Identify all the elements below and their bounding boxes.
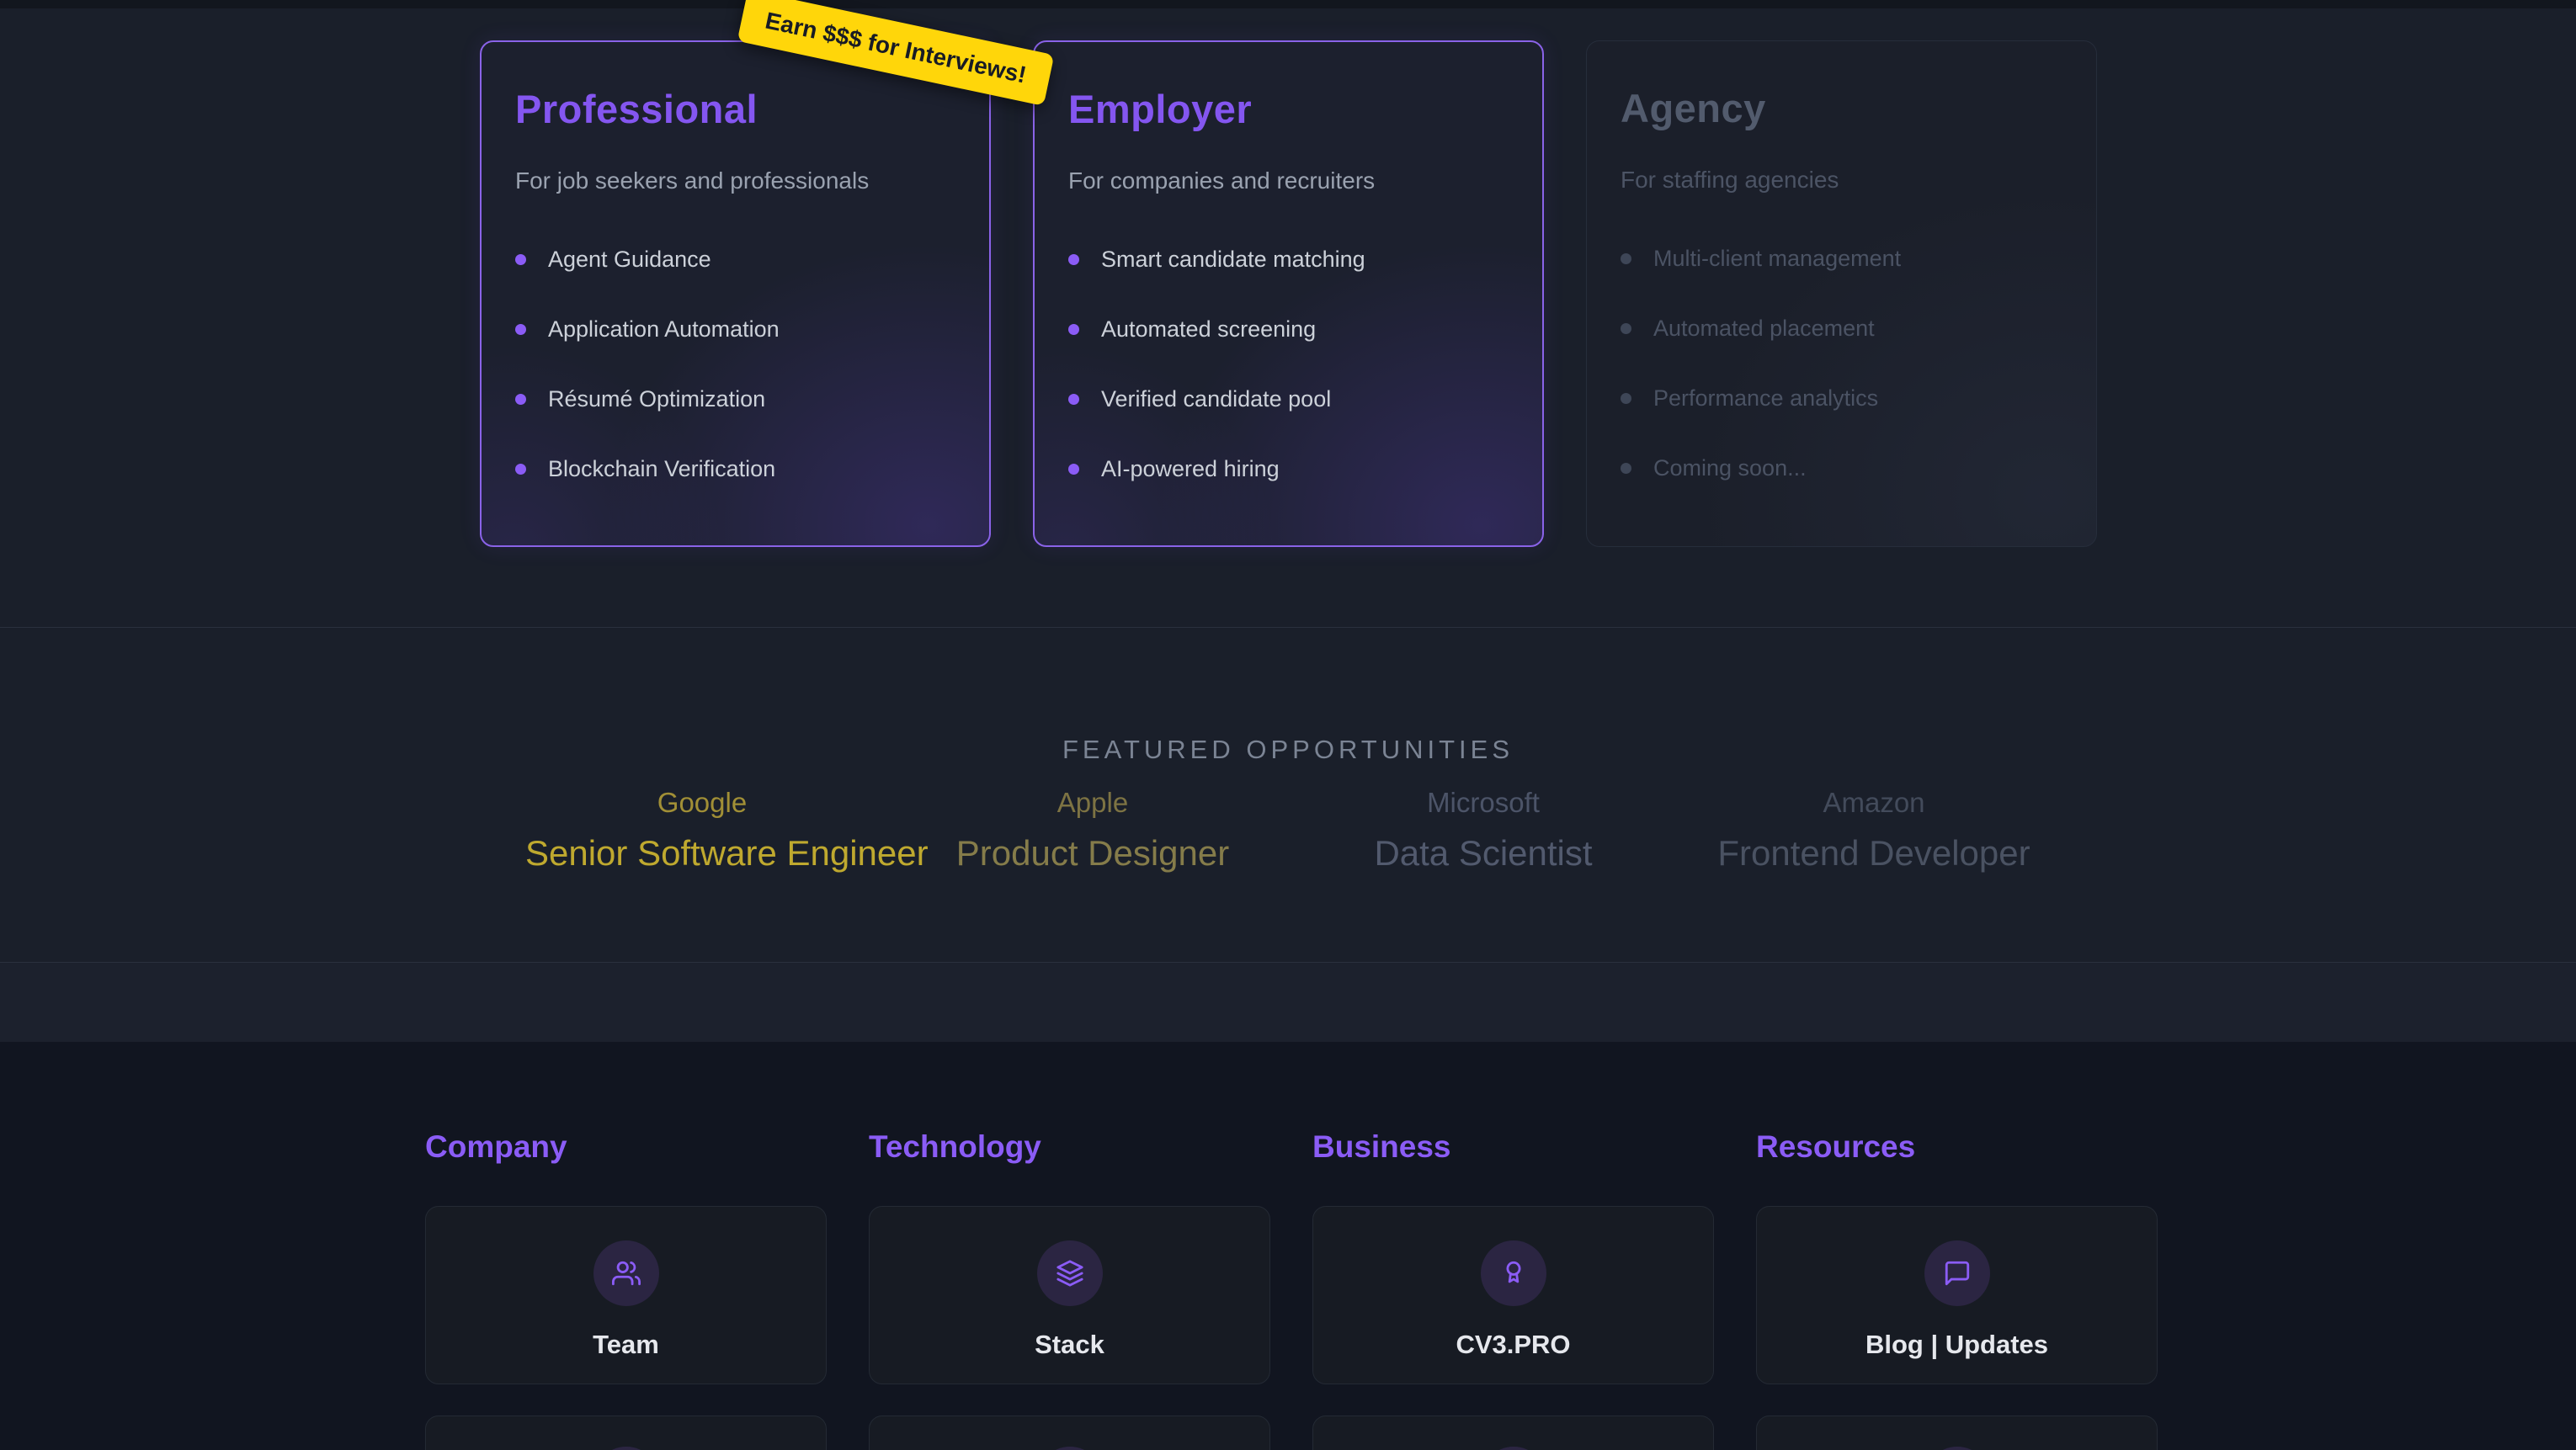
users-icon [593,1240,659,1306]
feature-label: Automated placement [1653,316,1875,342]
feature-item: Coming soon... [1621,455,2062,481]
feature-item: Application Automation [515,316,955,343]
feature-label: Smart candidate matching [1101,247,1365,273]
footer-card-label: CV3.PRO [1313,1330,1713,1360]
footer-link-card-partial[interactable] [869,1415,1270,1450]
feature-item: Résumé Optimization [515,386,955,412]
job-title: Frontend Developer [1697,833,2051,874]
feature-label: Blockchain Verification [548,456,775,482]
footer-link-card-partial[interactable] [1756,1415,2158,1450]
feature-item: Blockchain Verification [515,456,955,482]
job-company: Google [525,786,879,820]
feature-item: Automated screening [1068,316,1509,343]
bullet-dot-icon [515,464,526,475]
feature-item: Performance analytics [1621,385,2062,412]
footer-column-heading: Resources [1756,1129,1915,1165]
featured-job-google[interactable]: Google Senior Software Engineer [525,786,879,874]
footer-link-card-cv3pro[interactable]: CV3.PRO [1312,1206,1714,1384]
top-section-edge [0,0,2576,8]
job-title: Product Designer [916,833,1269,874]
job-company: Amazon [1697,786,2051,820]
plan-feature-list: Multi-client management Automated placem… [1621,246,2062,481]
job-title: Senior Software Engineer [525,833,879,874]
footer-link-card-blog[interactable]: Blog | Updates [1756,1206,2158,1384]
pricing-cards-row: Professional For job seekers and profess… [480,40,2097,547]
bullet-dot-icon [1621,253,1631,264]
featured-job-apple[interactable]: Apple Product Designer [916,786,1269,874]
footer-card-label: Stack [870,1330,1269,1360]
feature-label: Application Automation [548,316,780,343]
plan-title: Agency [1621,85,2062,131]
footer-link-card-team[interactable]: Team [425,1206,827,1384]
bullet-dot-icon [1068,464,1079,475]
footer-column-heading: Company [425,1129,567,1165]
feature-label: Verified candidate pool [1101,386,1331,412]
featured-job-amazon[interactable]: Amazon Frontend Developer [1697,786,2051,874]
plan-subtitle: For job seekers and professionals [515,167,955,194]
feature-item: Multi-client management [1621,246,2062,272]
footer: Company Team Technology Stack [0,1042,2576,1450]
footer-card-icon [1924,1447,1990,1450]
plan-card-professional[interactable]: Professional For job seekers and profess… [480,40,991,547]
layers-icon [1037,1240,1103,1306]
feature-item: Smart candidate matching [1068,247,1509,273]
feature-item: Agent Guidance [515,247,955,273]
plan-feature-list: Smart candidate matching Automated scree… [1068,247,1509,482]
plan-feature-list: Agent Guidance Application Automation Ré… [515,247,955,482]
footer-card-label: Blog | Updates [1757,1330,2157,1360]
footer-card-icon [1481,1447,1546,1450]
award-icon [1481,1240,1546,1306]
footer-link-card-stack[interactable]: Stack [869,1206,1270,1384]
section-divider [0,627,2576,628]
footer-link-card-partial[interactable] [425,1415,827,1450]
plan-subtitle: For staffing agencies [1621,167,2062,194]
plan-card-agency: Agency For staffing agencies Multi-clien… [1586,40,2097,547]
feature-item: Verified candidate pool [1068,386,1509,412]
featured-opportunities-heading: FEATURED OPPORTUNITIES [0,735,2576,765]
bullet-dot-icon [515,324,526,335]
featured-jobs-carousel: Google Senior Software Engineer Apple Pr… [525,786,2051,874]
plan-subtitle: For companies and recruiters [1068,167,1509,194]
footer-column-heading: Technology [869,1129,1041,1165]
footer-link-card-partial[interactable] [1312,1415,1714,1450]
feature-item: Automated placement [1621,316,2062,342]
job-title: Data Scientist [1307,833,1660,874]
plan-title: Employer [1068,86,1509,132]
job-company: Apple [916,786,1269,820]
footer-card-icon [593,1447,659,1450]
plan-title: Professional [515,86,955,132]
feature-label: Performance analytics [1653,385,1878,412]
feature-label: Multi-client management [1653,246,1901,272]
bullet-dot-icon [1068,324,1079,335]
bullet-dot-icon [1621,463,1631,474]
message-icon [1924,1240,1990,1306]
landing-page: Professional For job seekers and profess… [0,0,2576,1450]
footer-column-heading: Business [1312,1129,1451,1165]
bullet-dot-icon [1621,323,1631,334]
bullet-dot-icon [1621,393,1631,404]
feature-label: Automated screening [1101,316,1316,343]
feature-label: AI-powered hiring [1101,456,1280,482]
job-company: Microsoft [1307,786,1660,820]
spacer-band [0,963,2576,1042]
feature-label: Résumé Optimization [548,386,765,412]
feature-label: Agent Guidance [548,247,711,273]
bullet-dot-icon [515,254,526,265]
featured-job-microsoft[interactable]: Microsoft Data Scientist [1307,786,1660,874]
bullet-dot-icon [515,394,526,405]
footer-card-label: Team [426,1330,826,1360]
plan-card-employer[interactable]: Employer For companies and recruiters Sm… [1033,40,1544,547]
feature-item: AI-powered hiring [1068,456,1509,482]
footer-card-icon [1037,1447,1103,1450]
bullet-dot-icon [1068,254,1079,265]
bullet-dot-icon [1068,394,1079,405]
feature-label: Coming soon... [1653,455,1807,481]
